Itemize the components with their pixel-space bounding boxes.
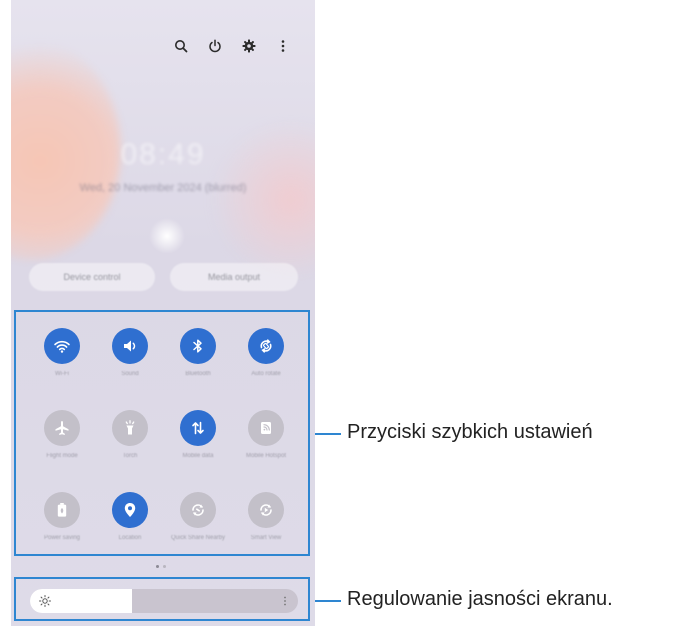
quick-settings-callout: Przyciski szybkich ustawień: [347, 421, 593, 443]
tile-flight-mode[interactable]: Flight mode: [28, 410, 96, 480]
brightness-callout-line: [315, 600, 341, 602]
page-dot: [156, 565, 159, 568]
tile-smart-view[interactable]: Smart View: [232, 492, 300, 562]
date: Wed, 20 November 2024 (blurred): [79, 182, 247, 194]
tile-label: Wi-Fi: [55, 371, 69, 377]
tile-label: Torch: [122, 453, 138, 459]
tile-sound[interactable]: Sound: [96, 328, 164, 398]
tile-label: Mobile data: [182, 453, 214, 459]
wifi-icon: [44, 328, 80, 364]
tile-auto-rotate[interactable]: Auto rotate: [232, 328, 300, 398]
clock: 08:49: [120, 138, 206, 171]
search-icon[interactable]: [173, 38, 189, 54]
tile-label: Auto rotate: [251, 371, 281, 377]
quick-share-icon: [180, 492, 216, 528]
power-icon[interactable]: [207, 38, 223, 54]
brightness-more-icon[interactable]: [278, 594, 292, 608]
tile-wifi[interactable]: Wi-Fi: [28, 328, 96, 398]
tile-label: Power saving: [43, 535, 81, 541]
brightness-callout: Regulowanie jasności ekranu.: [347, 588, 613, 610]
media-output-button[interactable]: Media output: [170, 263, 298, 291]
airplane-icon: [44, 410, 80, 446]
tile-label: Bluetooth: [185, 371, 211, 377]
quick-panel-top-icons: [173, 38, 291, 54]
page-indicator: [156, 565, 166, 568]
tile-power-saving[interactable]: Power saving: [28, 492, 96, 562]
tile-mobile-data[interactable]: Mobile data: [164, 410, 232, 480]
flashlight-icon: [112, 410, 148, 446]
tile-quick-share[interactable]: Quick Share Nearby: [164, 492, 232, 562]
mobile-data-icon: [180, 410, 216, 446]
hotspot-icon: [248, 410, 284, 446]
volume-icon: [112, 328, 148, 364]
quick-settings-frame: Wi-Fi Sound Bluetooth Auto rotate Flight…: [14, 310, 310, 556]
brightness-slider[interactable]: [30, 589, 298, 613]
tile-label: Quick Share Nearby: [170, 535, 226, 541]
tile-label: Flight mode: [46, 453, 78, 459]
auto-rotate-icon: [248, 328, 284, 364]
quick-panel: 08:49 Wed, 20 November 2024 (blurred) De…: [11, 0, 315, 626]
tile-location[interactable]: Location: [96, 492, 164, 562]
tile-label: Mobile Hotspot: [245, 453, 287, 459]
settings-icon[interactable]: [241, 38, 257, 54]
smart-view-icon: [248, 492, 284, 528]
tile-mobile-hotspot[interactable]: Mobile Hotspot: [232, 410, 300, 480]
tile-label: Location: [118, 535, 142, 541]
more-vert-icon[interactable]: [275, 38, 291, 54]
location-icon: [112, 492, 148, 528]
tile-torch[interactable]: Torch: [96, 410, 164, 480]
page-dot: [163, 565, 166, 568]
wallpaper-glow: [149, 218, 185, 254]
device-control-button[interactable]: Device control: [29, 263, 155, 291]
tile-label: Smart View: [250, 535, 282, 541]
quick-settings-grid: Wi-Fi Sound Bluetooth Auto rotate Flight…: [28, 328, 300, 562]
tile-bluetooth[interactable]: Bluetooth: [164, 328, 232, 398]
bluetooth-icon: [180, 328, 216, 364]
quick-settings-callout-line: [315, 433, 341, 435]
battery-icon: [44, 492, 80, 528]
tile-label: Sound: [121, 371, 139, 377]
brightness-frame: [14, 577, 310, 621]
sun-icon: [38, 594, 52, 608]
